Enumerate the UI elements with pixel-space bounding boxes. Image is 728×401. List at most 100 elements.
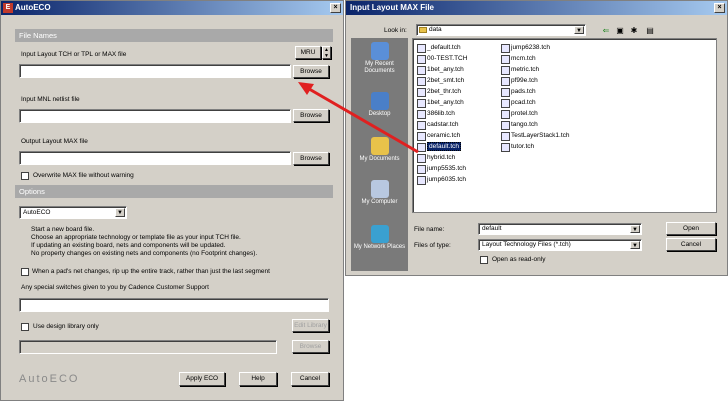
file-item[interactable]: 386lib.tch (417, 109, 455, 119)
file-item[interactable]: pf99e.tch (501, 76, 538, 86)
chevron-down-icon[interactable]: ▼ (115, 208, 125, 217)
file-item-label: default.tch (427, 142, 461, 151)
file-item[interactable]: default.tch (417, 142, 461, 152)
library-input[interactable] (19, 340, 277, 354)
dialog-close-button[interactable]: × (714, 3, 725, 13)
apply-eco-button[interactable]: Apply ECO (179, 372, 225, 386)
cancel-button[interactable]: Cancel (291, 372, 329, 386)
autoeco-logo: AutoECO (19, 373, 80, 385)
file-item-label: pads.tch (511, 88, 536, 95)
file-item[interactable]: jump6238.tch (501, 43, 550, 53)
file-type-chevron-icon[interactable]: ▼ (630, 241, 640, 249)
read-only-label: Open as read-only (492, 256, 546, 263)
file-type-dropdown[interactable]: Layout Technology Files (*.tch) ▼ (478, 239, 642, 251)
place-my-documents[interactable]: My Documents (351, 135, 408, 175)
mnl-label: Input MNL netlist file (21, 96, 80, 103)
place-network-label: My Network Places (353, 244, 406, 250)
look-in-dropdown[interactable]: data ▼ (416, 24, 586, 36)
file-item[interactable]: ceramic.tch (417, 131, 461, 141)
place-recent-label: My Recent Documents (364, 61, 395, 74)
file-item[interactable]: 00-TEST.TCH (417, 54, 467, 64)
place-desktop[interactable]: Desktop (351, 90, 408, 130)
file-item[interactable]: tango.tch (501, 120, 538, 130)
file-name-input[interactable]: default ▼ (478, 223, 642, 235)
place-network[interactable]: My Network Places (351, 223, 408, 263)
help-line-2: Choose an appropriate technology or temp… (31, 234, 241, 241)
file-item[interactable]: 2bet_thr.tch (417, 87, 461, 97)
file-item[interactable]: tutor.tch (501, 142, 534, 152)
browse-tch-button[interactable]: Browse (293, 65, 329, 78)
file-item-label: jump6035.tch (427, 176, 467, 183)
file-item-label: 2bet_smt.tch (427, 77, 465, 84)
file-item[interactable]: jump6035.tch (417, 175, 467, 185)
dialog-title: Input Layout MAX File (350, 3, 434, 12)
file-item[interactable]: pads.tch (501, 87, 536, 97)
autoeco-titlebar[interactable]: E AutoECO × (1, 1, 343, 15)
options-header: Options (15, 185, 333, 198)
file-item[interactable]: 1bet_any.tch (417, 98, 464, 108)
switches-input[interactable] (19, 298, 329, 312)
places-bar: My Recent Documents Desktop My Documents… (351, 38, 408, 271)
file-item[interactable]: protel.tch (501, 109, 538, 119)
network-places-icon (370, 225, 389, 243)
place-desktop-label: Desktop (368, 111, 391, 117)
file-name-label: File name: (414, 226, 445, 233)
mnl-file-input[interactable] (19, 109, 291, 123)
recent-documents-icon (370, 42, 389, 60)
mru-spinner[interactable]: ▲ ▼ (322, 46, 331, 59)
file-type-value: Layout Technology Files (*.tch) (482, 241, 571, 248)
file-item[interactable]: mcm.tch (501, 54, 536, 64)
overwrite-label: Overwrite MAX file without warning (33, 172, 134, 179)
file-item[interactable]: pcad.tch (501, 98, 536, 108)
mode-dropdown[interactable]: AutoECO ▼ (19, 206, 127, 219)
file-item-label: jump5535.tch (427, 165, 467, 172)
tch-label: Input Layout TCH or TPL or MAX file (21, 51, 127, 58)
mode-value: AutoECO (23, 209, 51, 216)
design-lib-checkbox[interactable] (21, 323, 29, 331)
view-menu-icon[interactable]: ▤ (644, 26, 656, 36)
my-computer-icon (370, 180, 389, 198)
file-item[interactable]: metric.tch (501, 65, 539, 75)
file-item-label: 1bet_any.tch (427, 99, 464, 106)
file-item[interactable]: jump5535.tch (417, 164, 467, 174)
browse-output-button[interactable]: Browse (293, 152, 329, 165)
output-label: Output Layout MAX file (21, 138, 88, 145)
tch-file-input[interactable] (19, 64, 291, 78)
output-file-input[interactable] (19, 151, 291, 165)
place-my-computer[interactable]: My Computer (351, 178, 408, 218)
place-my-documents-label: My Documents (359, 156, 400, 162)
help-button[interactable]: Help (239, 372, 277, 386)
help-line-4: No property changes on existing nets and… (31, 250, 258, 257)
look-in-label: Look in: (384, 27, 407, 34)
file-item[interactable]: _default.tch (417, 43, 461, 53)
look-in-chevron-icon[interactable]: ▼ (574, 26, 584, 34)
open-button[interactable]: Open (666, 222, 716, 235)
close-button[interactable]: × (330, 3, 341, 13)
file-type-label: Files of type: (414, 242, 451, 249)
file-item[interactable]: 1bet_any.tch (417, 65, 464, 75)
desktop-icon (370, 92, 389, 110)
dialog-titlebar[interactable]: Input Layout MAX File × (346, 1, 727, 15)
file-name-chevron-icon[interactable]: ▼ (630, 225, 640, 233)
read-only-checkbox[interactable] (480, 256, 488, 264)
look-in-value: data (429, 26, 442, 33)
mru-button[interactable]: MRU (295, 46, 321, 59)
overwrite-checkbox[interactable] (21, 172, 29, 180)
file-list[interactable]: _default.tch 00-TEST.TCH 1bet_any.tch 2bet_… (412, 38, 717, 213)
browse-mnl-button[interactable]: Browse (293, 109, 329, 122)
file-item[interactable]: 2bet_smt.tch (417, 76, 465, 86)
place-recent[interactable]: My Recent Documents (351, 40, 408, 80)
new-folder-icon[interactable]: ✱ (628, 26, 640, 36)
file-item-label: 1bet_any.tch (427, 66, 464, 73)
back-arrow-icon[interactable]: ⇐ (600, 26, 612, 36)
file-item[interactable]: TestLayerStack1.tch (501, 131, 570, 141)
dialog-cancel-button[interactable]: Cancel (666, 238, 716, 251)
file-item[interactable]: cadstar.tch (417, 120, 458, 130)
file-item[interactable]: hybrid.tch (417, 153, 455, 163)
help-line-3: If updating an existing board, nets and … (31, 242, 226, 249)
pad-net-checkbox[interactable] (21, 268, 29, 276)
up-folder-icon[interactable]: ▣ (614, 26, 626, 36)
file-item-label: ceramic.tch (427, 132, 461, 139)
edit-library-button[interactable]: Edit Library (292, 319, 329, 332)
browse-library-button[interactable]: Browse (292, 340, 329, 353)
